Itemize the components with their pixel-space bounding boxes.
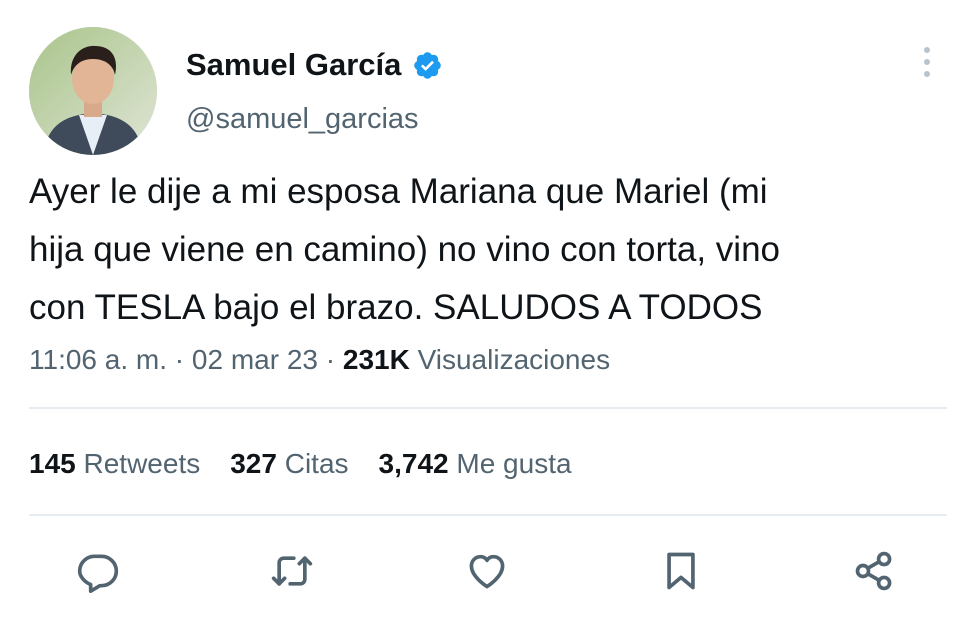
share-button[interactable] (848, 545, 900, 597)
views-count: 231K (342, 344, 410, 375)
likes-stat[interactable]: 3,742 Me gusta (379, 444, 572, 484)
quotes-label: Citas (284, 448, 349, 479)
views-label: Visualizaciones (417, 344, 611, 375)
tweet-text: Ayer le dije a mi esposa Mariana que Mar… (29, 163, 949, 337)
author-handle[interactable]: @samuel_garcias (186, 99, 419, 139)
meta-separator: · (325, 344, 336, 375)
reply-icon (77, 554, 119, 593)
like-button[interactable] (461, 545, 513, 597)
retweet-icon (271, 556, 313, 586)
avatar-photo (29, 27, 157, 155)
like-icon (469, 554, 505, 589)
author-name-row[interactable]: Samuel García (186, 44, 443, 86)
retweets-label: Retweets (83, 448, 201, 479)
tweet-date[interactable]: 02 mar 23 (192, 344, 318, 375)
bookmark-button[interactable] (655, 545, 707, 597)
likes-label: Me gusta (456, 448, 572, 479)
quotes-count: 327 (230, 448, 277, 479)
divider (29, 407, 947, 409)
action-bar (0, 545, 974, 605)
tweet-time[interactable]: 11:06 a. m. (29, 344, 167, 375)
avatar[interactable] (29, 27, 157, 155)
bookmark-icon (667, 552, 695, 590)
retweet-button[interactable] (266, 545, 318, 597)
share-icon (855, 551, 892, 591)
likes-count: 3,742 (378, 448, 449, 479)
engagement-stats: 145 Retweets 327 Citas 3,742 Me gusta (29, 444, 602, 484)
meta-separator: · (174, 344, 185, 375)
retweets-count: 145 (29, 448, 76, 479)
tweet-text-line: hija que viene en camino) no vino con to… (29, 230, 781, 269)
quotes-stat[interactable]: 327 Citas (230, 444, 348, 484)
tweet-text-line: Ayer le dije a mi esposa Mariana que Mar… (29, 172, 768, 211)
verified-badge-icon (412, 50, 443, 81)
tweet-meta: 11:06 a. m. · 02 mar 23 · 231K Visualiza… (29, 340, 610, 380)
reply-button[interactable] (72, 545, 124, 597)
retweets-stat[interactable]: 145 Retweets (29, 444, 200, 484)
more-options-icon[interactable] (912, 42, 942, 82)
author-display-name[interactable]: Samuel García (186, 44, 401, 86)
divider (29, 514, 947, 516)
tweet-text-line: con TESLA bajo el brazo. SALUDOS A TODOS (29, 288, 763, 327)
